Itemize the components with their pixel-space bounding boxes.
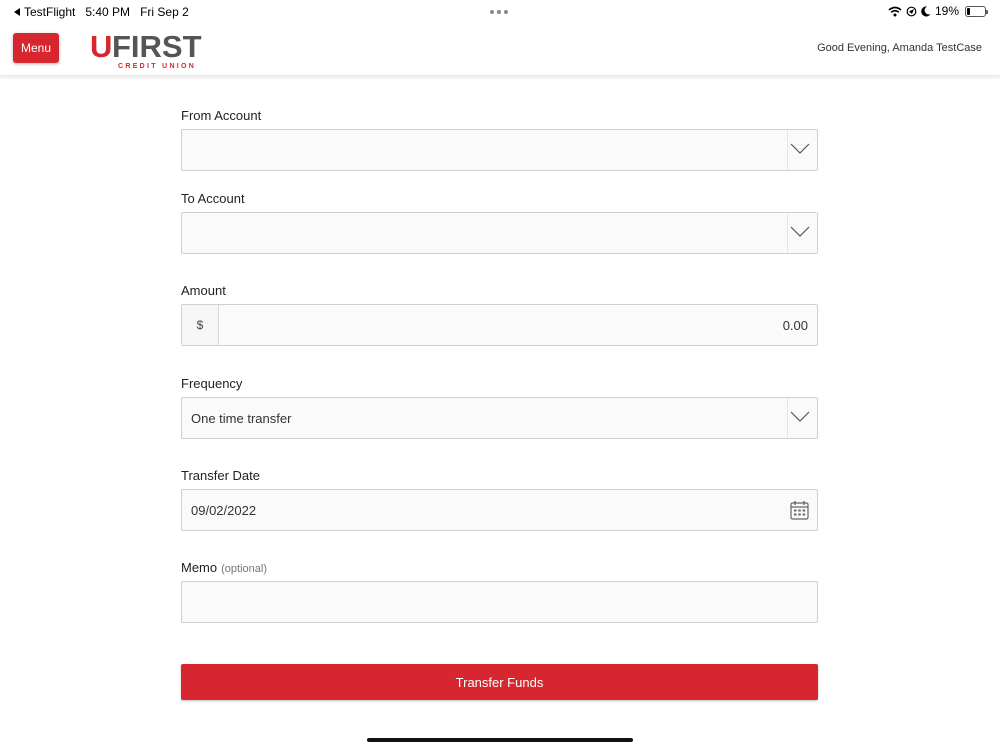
- amount-value: 0.00: [782, 318, 808, 333]
- memo-label: Memo (optional): [181, 560, 267, 575]
- frequency-select[interactable]: One time transfer: [181, 397, 818, 439]
- greeting-text: Good Evening, Amanda TestCase: [817, 42, 982, 54]
- svg-text:FIRST: FIRST: [112, 29, 202, 64]
- back-arrow-icon: [14, 8, 20, 16]
- transfer-funds-button[interactable]: Transfer Funds: [181, 664, 818, 700]
- amount-label: Amount: [181, 283, 226, 298]
- transfer-date-input[interactable]: 09/02/2022: [181, 489, 818, 531]
- to-account-select[interactable]: [181, 212, 818, 254]
- from-account-select[interactable]: [181, 129, 818, 171]
- wifi-icon: [888, 6, 902, 16]
- chevron-down-icon: [790, 411, 810, 422]
- memo-input[interactable]: [181, 581, 818, 623]
- back-to-app[interactable]: TestFlight: [14, 5, 75, 19]
- amount-input[interactable]: $ 0.00: [181, 304, 818, 346]
- chevron-down-icon: [790, 226, 810, 237]
- home-indicator[interactable]: [367, 738, 633, 742]
- frequency-label: Frequency: [181, 376, 243, 391]
- memo-optional-note: (optional): [221, 563, 267, 575]
- to-account-arrow[interactable]: [787, 213, 817, 253]
- ios-status-bar: TestFlight 5:40 PM Fri Sep 2 19%: [0, 0, 1000, 24]
- app-header: Menu U FIRST CREDIT UNION Good Evening, …: [0, 24, 1000, 76]
- location-icon: [906, 6, 917, 16]
- multitasking-dots[interactable]: [490, 10, 508, 14]
- currency-prefix: $: [182, 305, 219, 345]
- ufirst-logo[interactable]: U FIRST CREDIT UNION: [90, 28, 220, 72]
- status-right: 19%: [888, 4, 988, 18]
- transfer-date-label: Transfer Date: [181, 468, 260, 483]
- menu-button[interactable]: Menu: [13, 33, 59, 63]
- status-date: Fri Sep 2: [140, 5, 189, 19]
- svg-text:CREDIT UNION: CREDIT UNION: [118, 63, 196, 70]
- chevron-down-icon: [790, 143, 810, 154]
- status-time: 5:40 PM: [85, 5, 131, 19]
- memo-label-text: Memo: [181, 560, 218, 575]
- frequency-value: One time transfer: [191, 411, 292, 426]
- from-account-arrow[interactable]: [787, 130, 817, 170]
- status-left: TestFlight 5:40 PM Fri Sep 2: [14, 5, 189, 19]
- moon-icon: [921, 5, 931, 16]
- battery-percent: 19%: [934, 4, 959, 18]
- from-account-label: From Account: [181, 108, 262, 123]
- to-account-label: To Account: [181, 191, 245, 206]
- frequency-arrow[interactable]: [787, 398, 817, 438]
- calendar-icon[interactable]: [790, 500, 809, 520]
- battery-icon: [965, 5, 988, 17]
- transfer-date-value: 09/02/2022: [191, 503, 257, 518]
- back-app-label: TestFlight: [24, 5, 76, 19]
- svg-text:U: U: [90, 29, 112, 64]
